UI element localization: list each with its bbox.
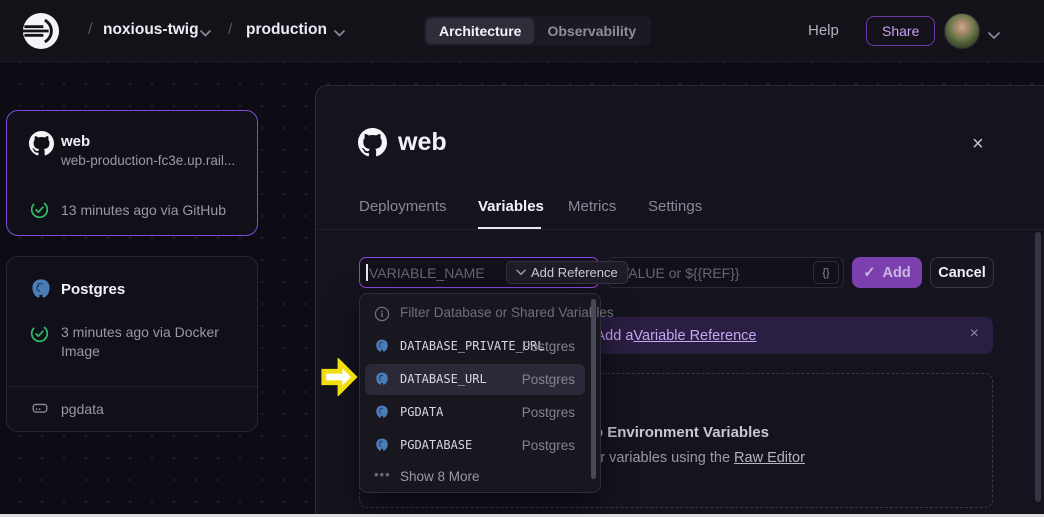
text-caret bbox=[366, 264, 368, 281]
variable-value-input[interactable] bbox=[607, 257, 844, 288]
project-chevron-down-icon[interactable] bbox=[200, 24, 211, 42]
tab-architecture[interactable]: Architecture bbox=[426, 18, 534, 44]
show-more-label: Show 8 More bbox=[400, 469, 480, 484]
chevron-down-icon bbox=[516, 269, 526, 276]
railway-logo-icon[interactable] bbox=[22, 12, 60, 50]
railway-logo-svg bbox=[22, 12, 60, 50]
ellipsis-icon: ••• bbox=[374, 467, 391, 482]
dropdown-item-database-private-url[interactable]: DATABASE_PRIVATE_URL Postgres bbox=[360, 330, 590, 363]
service-panel: web × Deployments Variables Metrics Sett… bbox=[315, 85, 1044, 517]
card-divider bbox=[7, 386, 257, 387]
tab-metrics[interactable]: Metrics bbox=[568, 198, 616, 215]
info-icon bbox=[374, 306, 390, 327]
show-more-item[interactable]: ••• Show 8 More bbox=[360, 461, 590, 494]
volume-name[interactable]: pgdata bbox=[61, 400, 104, 419]
avatar[interactable] bbox=[944, 13, 980, 49]
service-card-web[interactable]: web web-production-fc3e.up.rail... 13 mi… bbox=[6, 110, 258, 236]
account-chevron-down-icon[interactable] bbox=[988, 27, 1000, 45]
breadcrumb-project[interactable]: noxious-twig bbox=[103, 21, 199, 39]
add-reference-button[interactable]: Add Reference bbox=[506, 261, 628, 284]
service-name: web bbox=[61, 133, 90, 150]
variable-name: PGDATA bbox=[400, 405, 443, 419]
filter-placeholder: Filter Database or Shared Variables bbox=[400, 305, 614, 320]
add-reference-label: Add Reference bbox=[531, 265, 618, 280]
project-canvas[interactable]: web web-production-fc3e.up.rail... 13 mi… bbox=[0, 62, 1044, 517]
annotation-arrow-icon bbox=[320, 358, 358, 401]
variable-source: Postgres bbox=[522, 339, 575, 354]
panel-scrollbar[interactable] bbox=[1035, 232, 1041, 502]
deploy-status: 13 minutes ago via GitHub bbox=[61, 201, 226, 220]
share-button[interactable]: Share bbox=[866, 16, 935, 46]
railway-app-window: / noxious-twig / production Architecture… bbox=[0, 0, 1044, 517]
tab-deployments[interactable]: Deployments bbox=[359, 198, 447, 215]
close-panel-icon[interactable]: × bbox=[972, 134, 984, 154]
service-name: Postgres bbox=[61, 281, 125, 298]
service-card-postgres[interactable]: Postgres 3 minutes ago via Docker Image … bbox=[6, 256, 258, 432]
dropdown-item-database-url[interactable]: DATABASE_URL Postgres bbox=[360, 363, 590, 396]
variable-suggestions-dropdown: Filter Database or Shared Variables DATA… bbox=[359, 293, 601, 493]
add-button-label: Add bbox=[882, 265, 910, 281]
github-icon bbox=[358, 128, 387, 162]
help-link[interactable]: Help bbox=[808, 22, 839, 39]
postgres-icon bbox=[374, 404, 390, 425]
tab-settings[interactable]: Settings bbox=[648, 198, 702, 215]
dropdown-item-pgdata[interactable]: PGDATA Postgres bbox=[360, 396, 590, 429]
environment-chevron-down-icon[interactable] bbox=[334, 24, 345, 42]
dropdown-filter[interactable]: Filter Database or Shared Variables bbox=[360, 298, 590, 331]
volume-icon bbox=[31, 399, 49, 422]
variable-source: Postgres bbox=[522, 405, 575, 420]
insert-reference-braces-button[interactable]: {} bbox=[813, 261, 839, 284]
github-icon bbox=[29, 131, 54, 161]
banner-close-icon[interactable]: × bbox=[970, 325, 979, 343]
tabs-divider bbox=[316, 229, 1044, 230]
variable-name: PGDATABASE bbox=[400, 438, 472, 452]
service-domain[interactable]: web-production-fc3e.up.rail... bbox=[61, 153, 253, 168]
breadcrumb-environment[interactable]: production bbox=[246, 21, 327, 39]
cancel-button[interactable]: Cancel bbox=[930, 257, 994, 288]
breadcrumb-separator: / bbox=[88, 21, 92, 39]
raw-editor-link[interactable]: Raw Editor bbox=[734, 450, 805, 466]
variable-reference-link[interactable]: Variable Reference bbox=[633, 328, 756, 344]
postgres-icon bbox=[374, 371, 390, 392]
active-tab-underline bbox=[478, 227, 541, 229]
variable-name: DATABASE_URL bbox=[400, 372, 487, 386]
deploy-status: 3 minutes ago via Docker Image bbox=[61, 323, 233, 361]
panel-title: web bbox=[398, 128, 447, 157]
dropdown-item-pgdatabase[interactable]: PGDATABASE Postgres bbox=[360, 429, 590, 462]
top-nav: / noxious-twig / production Architecture… bbox=[0, 0, 1044, 62]
banner-text: Add a bbox=[596, 328, 634, 344]
breadcrumb-separator: / bbox=[228, 21, 232, 39]
deploy-success-check-icon bbox=[30, 324, 49, 348]
add-variable-button[interactable]: ✓ Add bbox=[852, 257, 922, 288]
postgres-icon bbox=[374, 338, 390, 359]
tab-variables[interactable]: Variables bbox=[478, 198, 544, 215]
deploy-success-check-icon bbox=[30, 200, 49, 224]
dropdown-scrollbar[interactable] bbox=[591, 299, 596, 479]
postgres-icon bbox=[374, 437, 390, 458]
variable-source: Postgres bbox=[522, 438, 575, 453]
check-icon: ✓ bbox=[863, 265, 875, 281]
variable-source: Postgres bbox=[522, 372, 575, 387]
view-switcher: Architecture Observability bbox=[424, 16, 651, 46]
tab-observability[interactable]: Observability bbox=[534, 18, 649, 44]
postgres-icon bbox=[29, 277, 53, 306]
